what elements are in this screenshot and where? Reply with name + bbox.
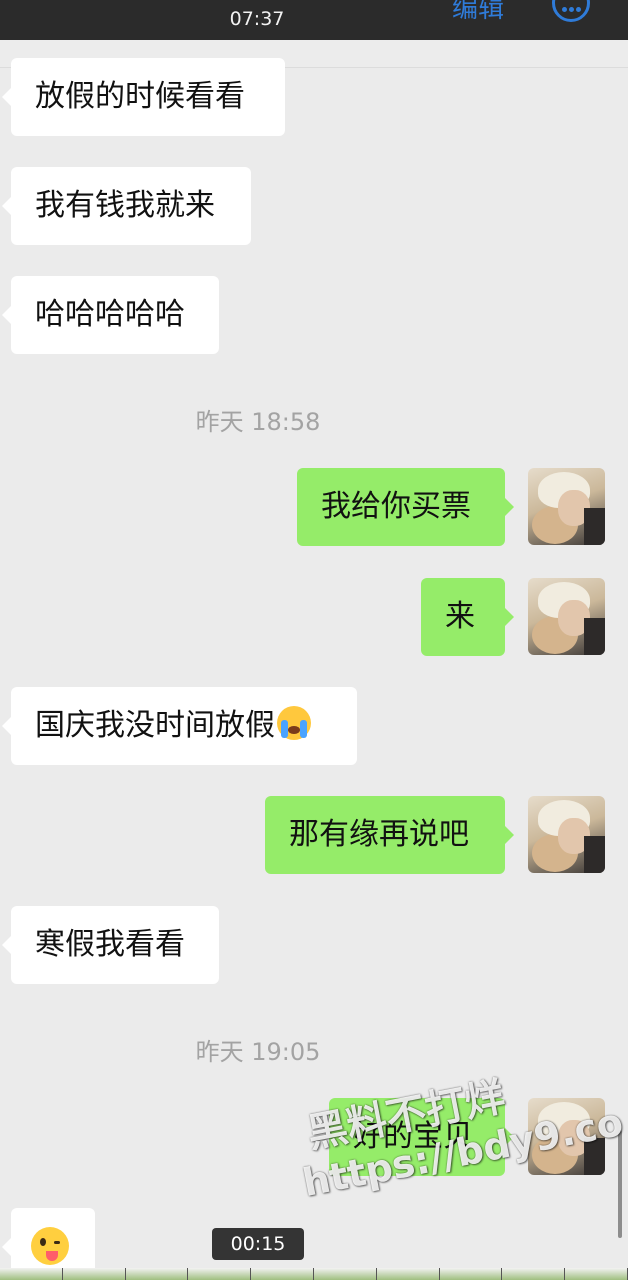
scroll-indicator[interactable] xyxy=(618,1130,622,1238)
frame-thumbnail xyxy=(376,1268,440,1280)
frame-thumbnail xyxy=(502,1268,566,1280)
mouth-icon xyxy=(288,726,300,734)
edit-button[interactable]: 编辑 xyxy=(452,0,504,25)
avatar-shadow xyxy=(584,836,605,873)
message-text: 国庆我没时间放假 xyxy=(35,708,275,743)
avatar[interactable] xyxy=(528,468,605,545)
more-icon[interactable] xyxy=(552,0,590,22)
frame-thumbnail xyxy=(188,1268,252,1280)
message-bubble[interactable]: 国庆我没时间放假 xyxy=(2,687,357,765)
message-bubble[interactable]: 放假的时候看看 xyxy=(2,58,285,136)
tear-icon xyxy=(281,720,288,738)
frame-thumbnail xyxy=(125,1268,189,1280)
video-timer: 00:15 xyxy=(212,1228,304,1260)
message-bubble-self[interactable]: 来 xyxy=(421,578,514,656)
frame-thumbnail xyxy=(251,1268,314,1280)
message-bubble[interactable]: 寒假我看看 xyxy=(2,906,219,984)
more-dot xyxy=(562,7,567,12)
video-filmstrip[interactable] xyxy=(0,1268,628,1280)
avatar-shadow xyxy=(584,618,605,655)
wink-eye-icon xyxy=(54,1240,60,1244)
more-dot xyxy=(576,7,581,12)
message-bubble-self[interactable]: 那有缘再说吧 xyxy=(265,796,514,874)
tear-icon xyxy=(300,720,307,738)
chat-timestamp: 昨天 19:05 xyxy=(195,1038,321,1066)
avatar[interactable] xyxy=(528,578,605,655)
top-bar: 07:37 编辑 xyxy=(0,0,628,40)
frame-thumbnail xyxy=(565,1268,628,1280)
message-bubble[interactable]: 我有钱我就来 xyxy=(2,167,251,245)
avatar[interactable] xyxy=(528,796,605,873)
chat-timestamp: 昨天 18:58 xyxy=(195,408,321,436)
status-time: 07:37 xyxy=(229,8,285,30)
winking-face-with-tongue-icon xyxy=(31,1226,69,1265)
frame-thumbnail xyxy=(313,1268,377,1280)
frame-thumbnail xyxy=(0,1268,63,1280)
frame-thumbnail xyxy=(62,1268,126,1280)
loudly-crying-face-icon xyxy=(277,706,311,740)
more-dot xyxy=(569,7,574,12)
frame-thumbnail xyxy=(439,1268,503,1280)
chat-screen: 07:37 编辑 放假的时候看看 我有钱我就来 哈哈哈哈哈 昨天 18:58 我… xyxy=(0,0,628,1280)
eye-icon xyxy=(40,1237,46,1246)
tongue-icon xyxy=(46,1250,58,1261)
message-bubble[interactable]: 哈哈哈哈哈 xyxy=(2,276,219,354)
message-bubble-self[interactable]: 我给你买票 xyxy=(297,468,514,546)
avatar-shadow xyxy=(584,508,605,545)
